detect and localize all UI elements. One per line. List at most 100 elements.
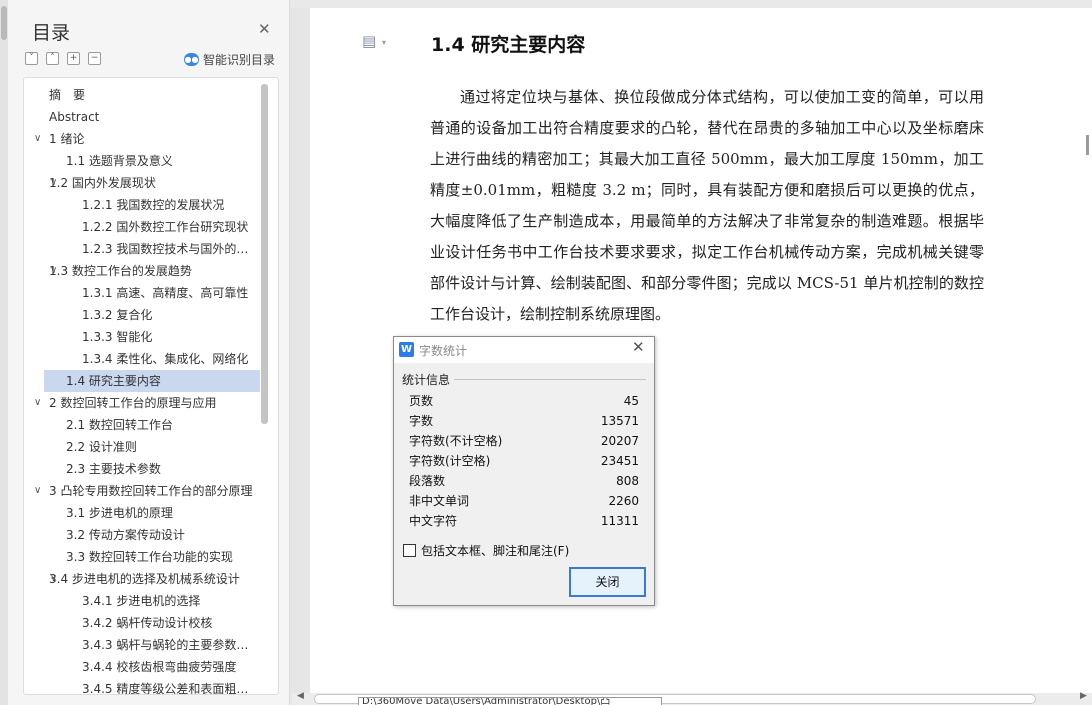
toc-item[interactable]: 3.2 传动方案传动设计 <box>24 524 264 546</box>
toc-item-label: 3.4.4 校核齿根弯曲疲劳强度 <box>82 660 237 674</box>
toc-item-label: 1.2.3 我国数控技术与国外的比较 <box>82 242 261 256</box>
pane-scrollbar[interactable] <box>0 0 8 705</box>
add-heading-icon[interactable]: + <box>67 52 80 65</box>
toc-item-label: 3.4.5 精度等级公差和表面粗糙度 <box>82 682 261 695</box>
smart-recognition-icon: ●● <box>184 53 199 66</box>
app-window: 目录 ✕ ˅ ˄ + − ●● 智能识别目录 摘 要 Abstract ∨ 1 绪论 1… <box>0 0 1092 705</box>
toc-item[interactable]: 1.4 研究主要内容 <box>44 370 260 392</box>
expand-icon[interactable]: ˄ <box>46 52 59 65</box>
toc-toolbar: ˅ ˄ + − <box>25 52 101 65</box>
toc-item-label: 3.4.2 蜗杆传动设计校核 <box>82 616 213 630</box>
stat-row: 字数 13571 <box>409 411 639 431</box>
toc-item-label: 3 凸轮专用数控回转工作台的部分原理 <box>49 484 253 498</box>
stat-label: 页数 <box>409 394 434 408</box>
toc-item-label: 3.1 步进电机的原理 <box>66 506 173 520</box>
toc-item[interactable]: ∨ 1.3 数控工作台的发展趋势 <box>24 260 264 282</box>
toc-item[interactable]: 3.4.1 步进电机的选择 <box>24 590 264 612</box>
toc-item-label: 1.2.1 我国数控的发展状况 <box>82 198 225 212</box>
stat-row: 页数 45 <box>409 391 639 411</box>
remove-heading-icon[interactable]: − <box>88 52 101 65</box>
chevron-down-icon[interactable]: ∨ <box>50 260 57 282</box>
stat-value: 2260 <box>608 494 639 508</box>
file-path-tooltip: D:\360Move Data\Users\Administrator\Desk… <box>358 697 662 705</box>
stat-row: 字符数(不计空格) 20207 <box>409 431 639 451</box>
stat-value: 20207 <box>600 434 639 448</box>
toc-item[interactable]: 1.3.3 智能化 <box>24 326 264 348</box>
toc-item-label: Abstract <box>49 110 100 124</box>
pane-scroll-thumb[interactable] <box>1 6 7 40</box>
toc-item-label: 1.1 选题背景及意义 <box>66 154 173 168</box>
scroll-marker <box>1086 135 1089 155</box>
toc-item[interactable]: ∨ 3.4 步进电机的选择及机械系统设计 <box>24 568 264 590</box>
toc-item-label: 1.2 国内外发展现状 <box>49 176 156 190</box>
stat-label: 字符数(不计空格) <box>409 434 503 448</box>
chevron-down-icon[interactable]: ∨ <box>34 128 41 150</box>
stat-label: 中文字符 <box>409 514 458 528</box>
chevron-down-icon[interactable]: ∨ <box>50 568 57 590</box>
toc-item[interactable]: 1.3.1 高速、高精度、高可靠性 <box>24 282 264 304</box>
toc-item[interactable]: 摘 要 <box>24 84 264 106</box>
scroll-left-icon[interactable]: ◀ <box>297 691 304 701</box>
include-textbox-option[interactable]: 包括文本框、脚注和尾注(F) <box>403 542 569 559</box>
scroll-right-icon[interactable]: ▶ <box>1080 691 1087 701</box>
paragraph-menu-icon[interactable]: ▤ <box>362 32 376 50</box>
toc-item[interactable]: 3.4.4 校核齿根弯曲疲劳强度 <box>24 656 264 678</box>
chevron-down-icon[interactable]: ∨ <box>50 172 57 194</box>
toc-item[interactable]: 3.1 步进电机的原理 <box>24 502 264 524</box>
toc-item[interactable]: 1.1 选题背景及意义 <box>24 150 264 172</box>
section-heading: 1.4 研究主要内容 <box>431 34 586 56</box>
toc-item[interactable]: Abstract <box>24 106 264 128</box>
wps-logo-icon: W <box>399 342 414 357</box>
toc-item[interactable]: 1.2.2 国外数控工作台研究现状 <box>24 216 264 238</box>
stat-row: 段落数 808 <box>409 471 639 491</box>
include-textbox-checkbox[interactable] <box>403 544 416 557</box>
close-icon[interactable]: ✕ <box>632 340 645 355</box>
stat-label: 非中文单词 <box>409 494 470 508</box>
toc-item[interactable]: 1.2.3 我国数控技术与国外的比较 <box>24 238 264 260</box>
close-icon[interactable]: ✕ <box>258 22 271 37</box>
toc-item-label: 1.3.1 高速、高精度、高可靠性 <box>82 286 249 300</box>
toc-item-label: 1 绪论 <box>49 132 85 146</box>
chevron-down-icon[interactable]: ∨ <box>34 480 41 502</box>
collapse-icon[interactable]: ˅ <box>25 52 38 65</box>
stat-label: 段落数 <box>409 474 446 488</box>
toc-item[interactable]: ∨ 1 绪论 <box>24 128 264 150</box>
toc-item-label: 3.3 数控回转工作台功能的实现 <box>66 550 233 564</box>
stat-value: 808 <box>616 474 639 488</box>
toc-item-label: 2.2 设计准则 <box>66 440 137 454</box>
toc-item[interactable]: 3.3 数控回转工作台功能的实现 <box>24 546 264 568</box>
stat-row: 非中文单词 2260 <box>409 491 639 511</box>
smart-toc-label: 智能识别目录 <box>203 53 276 67</box>
toc-item[interactable]: ∨ 3 凸轮专用数控回转工作台的部分原理 <box>24 480 264 502</box>
toc-item-label: 3.4.3 蜗杆与蜗轮的主要参数计算 <box>82 638 261 652</box>
toc-scroll-thumb[interactable] <box>261 84 268 424</box>
toc-item[interactable]: 3.4.5 精度等级公差和表面粗糙度 <box>24 678 264 695</box>
toc-item[interactable]: 1.2.1 我国数控的发展状况 <box>24 194 264 216</box>
toc-item-label: 1.2.2 国外数控工作台研究现状 <box>82 220 249 234</box>
toc-title: 目录 <box>32 22 71 44</box>
chevron-down-icon[interactable]: ▾ <box>382 38 386 47</box>
toc-item[interactable]: ∨ 2 数控回转工作台的原理与应用 <box>24 392 264 414</box>
stat-row: 字符数(计空格) 23451 <box>409 451 639 471</box>
word-count-dialog: W 字数统计 ✕ 统计信息 页数 45 字数 13571 字符数(不计空格) 20207 字… <box>393 336 655 606</box>
toc-item[interactable]: 2.1 数控回转工作台 <box>24 414 264 436</box>
stats-group-label: 统计信息 <box>402 371 454 388</box>
include-textbox-label: 包括文本框、脚注和尾注(F) <box>421 544 570 558</box>
stat-label: 字数 <box>409 414 434 428</box>
chevron-down-icon[interactable]: ∨ <box>34 392 41 414</box>
toc-item[interactable]: 1.3.2 复合化 <box>24 304 264 326</box>
dialog-titlebar[interactable]: W 字数统计 ✕ <box>394 337 654 363</box>
toc-item[interactable]: 3.4.3 蜗杆与蜗轮的主要参数计算 <box>24 634 264 656</box>
toc-item[interactable]: 2.2 设计准则 <box>24 436 264 458</box>
toc-item[interactable]: ∨ 1.2 国内外发展现状 <box>24 172 264 194</box>
stat-value: 13571 <box>600 414 639 428</box>
ruler-strip <box>290 0 1092 8</box>
stats-table: 页数 45 字数 13571 字符数(不计空格) 20207 字符数(计空格) 23451 段落… <box>409 391 639 531</box>
stat-value: 23451 <box>600 454 639 468</box>
close-button[interactable]: 关闭 <box>569 567 646 597</box>
toc-item-label: 3.4 步进电机的选择及机械系统设计 <box>49 572 240 586</box>
toc-item[interactable]: 2.3 主要技术参数 <box>24 458 264 480</box>
toc-item[interactable]: 3.4.2 蜗杆传动设计校核 <box>24 612 264 634</box>
smart-toc-button[interactable]: ●● 智能识别目录 <box>184 51 275 68</box>
toc-item[interactable]: 1.3.4 柔性化、集成化、网络化 <box>24 348 264 370</box>
